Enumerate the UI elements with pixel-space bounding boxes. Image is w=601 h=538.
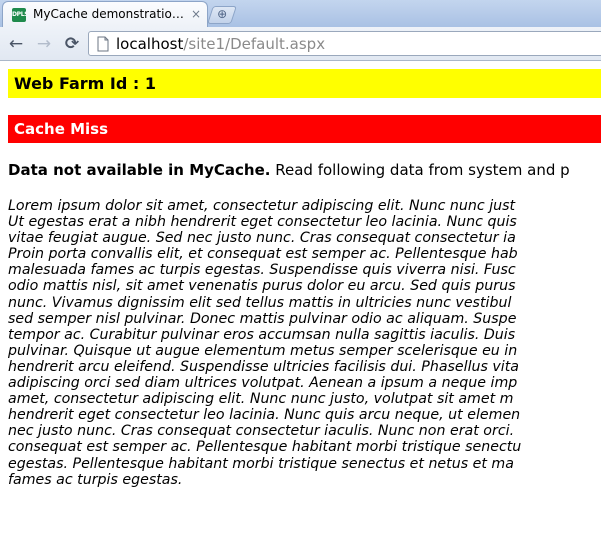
- reload-button[interactable]: ⟳: [61, 33, 83, 55]
- lorem-line: nunc. Vivamus dignissim elit sed tellus …: [8, 294, 512, 311]
- lorem-line: nec justo nunc. Cras consequat consectet…: [8, 423, 515, 440]
- back-button[interactable]: ←: [5, 33, 27, 55]
- lorem-line: Lorem ipsum dolor sit amet, consectetur …: [8, 198, 516, 214]
- tab-title: MyCache demonstration ...: [33, 7, 185, 21]
- lorem-line: egestas. Pellentesque habitant morbi tri…: [8, 455, 514, 472]
- forward-arrow-icon: →: [36, 34, 52, 54]
- close-tab-icon[interactable]: ×: [189, 7, 203, 21]
- notice-bold-text: Data not available in MyCache.: [8, 161, 271, 179]
- url-path: /site1/Default.aspx: [183, 35, 326, 53]
- web-farm-id-banner: Web Farm Id : 1: [8, 69, 601, 98]
- lorem-line: tempor ac. Curabitur pulvinar eros accum…: [8, 326, 516, 343]
- notice-text: Read following data from system and p: [270, 161, 570, 179]
- new-tab-icon: ⊕: [217, 7, 228, 21]
- lorem-line: Proin porta convallis elit, et consequat…: [8, 246, 518, 263]
- browser-window: DPLS MyCache demonstration ... × ⊕ ← → ⟳…: [0, 0, 601, 538]
- lorem-ipsum-text: Lorem ipsum dolor sit amet, consectetur …: [8, 198, 601, 488]
- lorem-line: consequat est semper ac. Pellentesque ha…: [8, 439, 522, 456]
- forward-button[interactable]: →: [33, 33, 55, 55]
- lorem-line: sed semper nisl pulvinar. Donec mattis p…: [8, 310, 517, 327]
- back-arrow-icon: ←: [8, 34, 24, 54]
- favicon-icon: DPLS: [12, 8, 26, 22]
- lorem-line: amet, consectetur adipiscing elit. Nunc …: [8, 391, 514, 408]
- new-tab-button[interactable]: ⊕: [207, 6, 237, 24]
- lorem-line: hendrerit arcu eleifend. Suspendisse ult…: [8, 358, 520, 375]
- lorem-line: vitae feugiat augue. Sed nec justo nunc.…: [8, 230, 516, 247]
- reload-icon: ⟳: [64, 34, 80, 54]
- browser-toolbar: ← → ⟳ localhost/site1/Default.aspx: [0, 27, 601, 61]
- lorem-line: hendrerit eget consectetur leo lacinia. …: [8, 407, 521, 424]
- cache-status-banner: Cache Miss: [8, 115, 601, 143]
- page-icon: [97, 36, 109, 52]
- page-content: Web Farm Id : 1 Cache Miss Data not avai…: [0, 61, 601, 538]
- lorem-line: malesuada fames ac turpis egestas. Suspe…: [8, 262, 516, 279]
- address-bar[interactable]: localhost/site1/Default.aspx: [88, 31, 601, 56]
- lorem-line: fames ac turpis egestas.: [8, 471, 183, 488]
- lorem-line: odio mattis nisl, sit amet venenatis pur…: [8, 278, 516, 295]
- url-host: localhost: [116, 35, 184, 53]
- lorem-line: pulvinar. Quisque ut augue elementum met…: [8, 342, 518, 359]
- browser-tab[interactable]: DPLS MyCache demonstration ... ×: [2, 1, 208, 27]
- tab-strip: DPLS MyCache demonstration ... × ⊕: [0, 0, 601, 27]
- data-source-notice: Data not available in MyCache. Read foll…: [8, 161, 601, 179]
- lorem-line: adipiscing orci sed diam ultrices volutp…: [8, 375, 518, 392]
- lorem-line: Ut egestas erat a nibh hendrerit eget co…: [8, 214, 517, 231]
- url-text: localhost/site1/Default.aspx: [116, 35, 325, 53]
